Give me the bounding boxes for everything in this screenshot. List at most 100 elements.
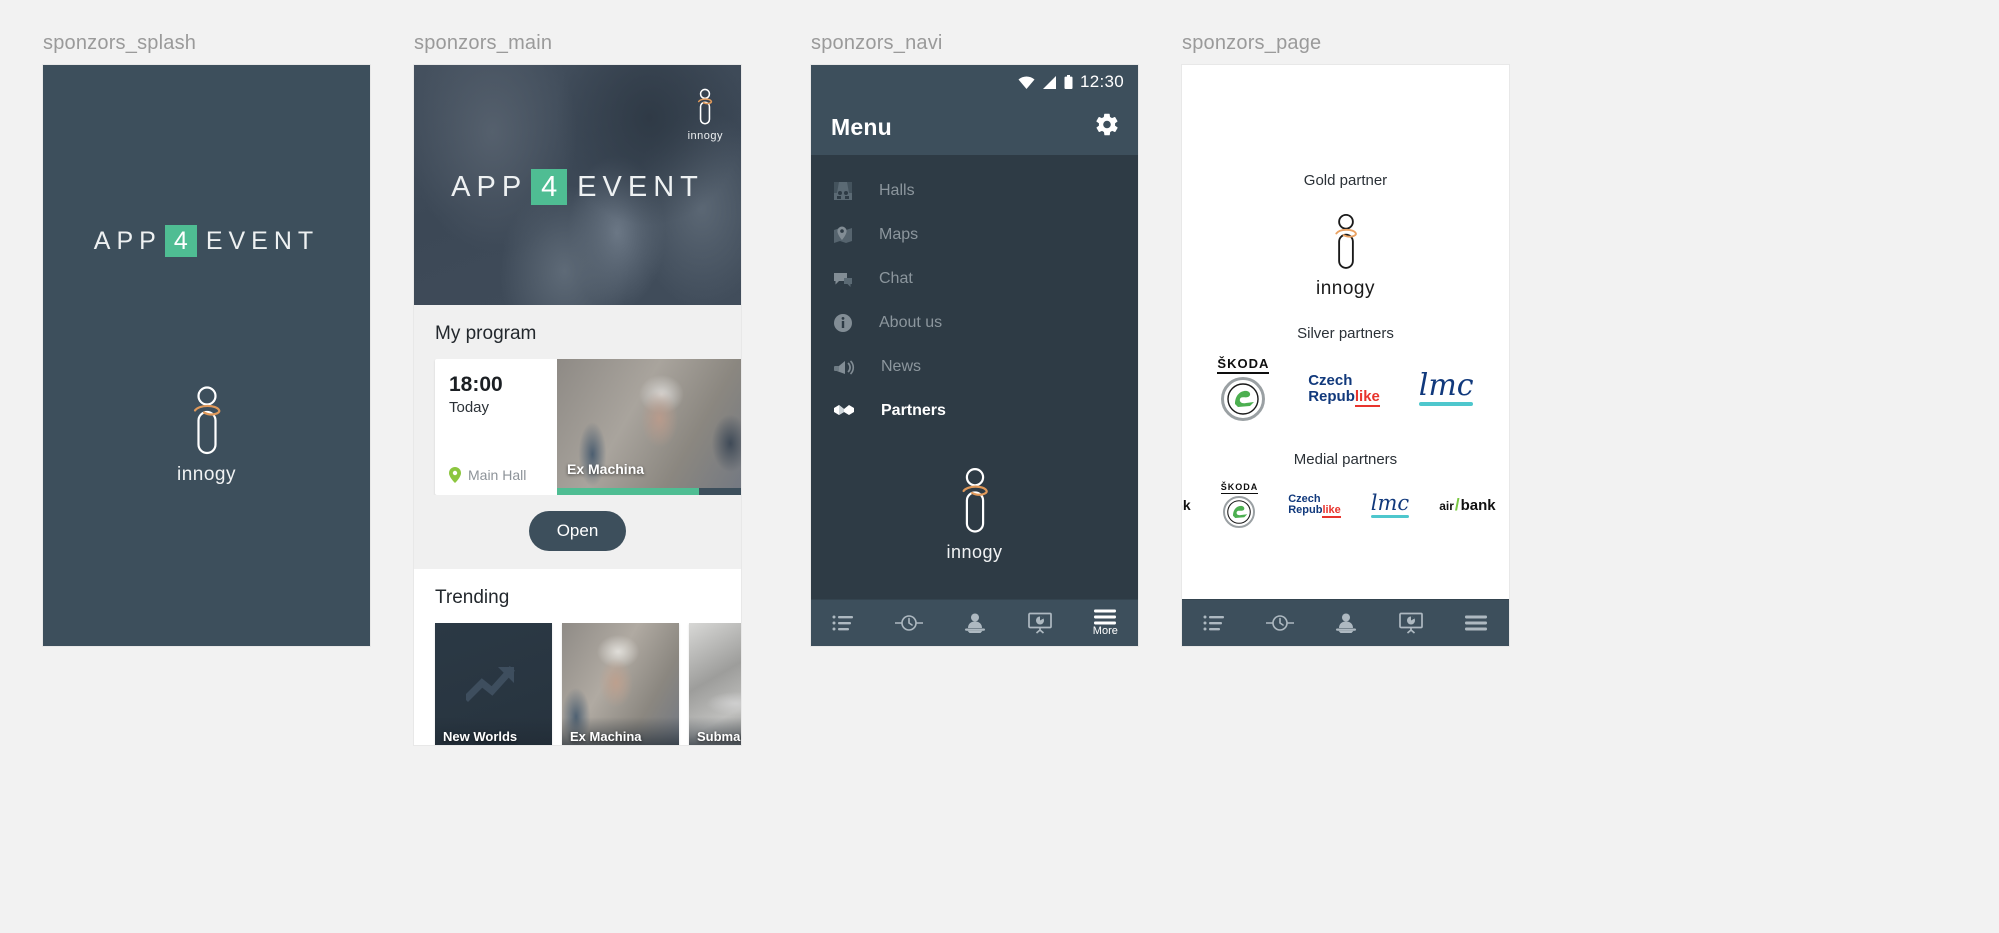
czech-line-2a: Repub xyxy=(1308,387,1355,405)
airbank-bank: bank xyxy=(1460,497,1496,514)
menu-item-label: Halls xyxy=(879,182,915,199)
panel-sponzors-page: sponzors_page 12:30 Partners Gold partne… xyxy=(1182,32,1509,646)
panel-sponzors-splash: sponzors_splash APP 4 EVENT innogy xyxy=(43,32,370,646)
app-bar-title: Menu xyxy=(831,113,892,140)
airbank-air: air xyxy=(1439,499,1454,513)
app4event-logo: APP 4 EVENT xyxy=(94,225,319,257)
program-card[interactable]: 18:00 Today Main Hall Ex Machina xyxy=(435,359,741,495)
open-button[interactable]: Open xyxy=(528,511,627,551)
status-bar: 12:30 xyxy=(1182,65,1509,99)
partner-logo-czech-republike[interactable]: Czech Republike xyxy=(1308,373,1380,407)
app4event-logo: APP 4 EVENT xyxy=(414,169,741,205)
trending-section: Trending New Worlds Ex Machina Subma xyxy=(414,569,741,745)
menu-item-label: About us xyxy=(879,314,943,331)
menu-item-halls[interactable]: Halls xyxy=(811,169,1138,213)
partner-logo-air-bank[interactable]: air / bank xyxy=(1439,495,1495,515)
silver-partner-row: ŠKODA Czech Republike lmc xyxy=(1182,342,1509,429)
menu-item-chat[interactable]: Chat xyxy=(811,257,1138,301)
czech-line-2b: like xyxy=(1322,504,1341,518)
menu-item-maps[interactable]: Maps xyxy=(811,213,1138,257)
nav-item-speakers[interactable] xyxy=(1313,612,1378,634)
logo-four-badge: 4 xyxy=(531,169,568,205)
menu-item-partners[interactable]: Partners xyxy=(811,389,1138,433)
signal-icon xyxy=(1413,75,1427,89)
program-place: Main Hall xyxy=(449,467,545,483)
trending-card[interactable]: Ex Machina xyxy=(562,623,679,745)
partner-logo-lmc[interactable]: lmc xyxy=(1371,492,1409,518)
trending-card-list[interactable]: New Worlds Ex Machina Submarine xyxy=(414,623,741,745)
signal-icon xyxy=(1042,75,1056,89)
nav-item-label: More xyxy=(1092,625,1118,637)
partner-logo-skoda[interactable]: ŠKODA xyxy=(1220,482,1259,528)
map-pin-icon xyxy=(834,226,852,243)
splash-screen: APP 4 EVENT innogy xyxy=(43,65,370,646)
timeline-clock-icon xyxy=(895,615,924,631)
partners-screen: 12:30 Partners Gold partner innogy Silve… xyxy=(1182,65,1509,646)
bottom-navigation: More xyxy=(811,599,1138,646)
section-title-my-program: My program xyxy=(435,323,537,344)
wifi-icon xyxy=(1018,75,1035,89)
battery-icon xyxy=(1435,75,1444,89)
info-icon xyxy=(834,314,852,332)
program-time: 18:00 xyxy=(449,373,503,396)
skoda-arrow-icon xyxy=(1227,500,1252,524)
innogy-logo: innogy xyxy=(177,385,236,486)
trending-card[interactable]: New Worlds xyxy=(435,623,552,745)
menu-item-about-us[interactable]: About us xyxy=(811,301,1138,345)
nav-item-presentation[interactable] xyxy=(1007,612,1072,634)
hero-innogy-logo: innogy xyxy=(688,87,723,142)
drawer-innogy-logo: innogy xyxy=(811,466,1138,563)
innogy-wordmark: innogy xyxy=(177,464,236,485)
partner-logo-innogy[interactable]: innogy xyxy=(1316,211,1375,300)
program-thumbnail[interactable]: Ex Machina xyxy=(557,359,741,495)
skoda-wordmark: ŠKODA xyxy=(1217,356,1270,374)
partner-logo-bank-cut[interactable]: bank xyxy=(1182,497,1191,513)
medial-partner-row[interactable]: bank ŠKODA xyxy=(1182,468,1509,528)
screenshot-board: sponzors_splash APP 4 EVENT innogy sponz… xyxy=(0,0,1999,933)
program-card-list[interactable]: 18:00 Today Main Hall Ex Machina xyxy=(414,359,741,495)
nav-item-speakers[interactable] xyxy=(942,612,1007,634)
partner-logo-skoda[interactable]: ŠKODA xyxy=(1217,356,1270,421)
nav-item-program[interactable] xyxy=(811,613,876,633)
partner-logo-czech-republike[interactable]: Czech Republike xyxy=(1288,493,1341,518)
innogy-mark-icon xyxy=(698,88,713,125)
section-title-medial: Medial partners xyxy=(1293,451,1398,468)
nav-item-more[interactable]: More xyxy=(1073,609,1138,637)
menu-item-news[interactable]: News xyxy=(811,345,1138,389)
trending-caption: New Worlds xyxy=(443,729,518,744)
my-program-section: My program 18:00 Today Main Hall Ex Mach… xyxy=(414,305,741,569)
panel-sponzors-main: sponzors_main innogy APP 4 EVENT My prog… xyxy=(414,32,741,745)
lmc-wordmark: lmc xyxy=(1418,367,1474,403)
innogy-mark-icon xyxy=(193,386,220,455)
panel-label: sponzors_page xyxy=(1182,32,1322,54)
program-caption: Ex Machina xyxy=(567,461,645,477)
nav-item-presentation[interactable] xyxy=(1378,612,1443,634)
partner-logo-lmc[interactable]: lmc xyxy=(1418,367,1474,406)
innogy-wordmark: innogy xyxy=(946,542,1003,562)
panel-label: sponzors_main xyxy=(414,32,553,54)
logo-word-event: EVENT xyxy=(205,226,320,255)
section-title-silver: Silver partners xyxy=(1297,325,1394,342)
trending-card[interactable]: Submarine xyxy=(689,623,741,745)
presentation-icon xyxy=(1399,612,1423,634)
nav-item-timeline[interactable] xyxy=(1247,612,1312,634)
app-bar: Menu xyxy=(811,99,1138,155)
megaphone-icon xyxy=(834,360,855,375)
nav-item-program[interactable] xyxy=(1182,613,1247,633)
skoda-arrow-icon xyxy=(1227,383,1260,415)
wifi-icon xyxy=(1389,75,1406,89)
chat-icon xyxy=(834,273,852,287)
nav-item-timeline[interactable] xyxy=(876,612,941,634)
nav-item-more[interactable] xyxy=(1444,615,1509,631)
panel-label: sponzors_navi xyxy=(811,32,943,54)
presentation-icon xyxy=(1028,612,1052,634)
panel-sponzors-navi: sponzors_navi 12:30 Menu Halls Maps Chat… xyxy=(811,32,1138,646)
status-bar: 12:30 xyxy=(811,65,1138,99)
speaker-person-icon xyxy=(964,613,985,633)
main-screen: innogy APP 4 EVENT My program 18:00 Toda… xyxy=(414,65,741,745)
czech-line-2a: Repub xyxy=(1288,504,1323,516)
gear-icon[interactable] xyxy=(1094,112,1120,143)
logo-word-app: APP xyxy=(451,170,528,203)
navi-screen: 12:30 Menu Halls Maps Chat About us News… xyxy=(811,65,1138,646)
partners-content: Gold partner innogy Silver partners ŠKOD… xyxy=(1182,155,1509,599)
